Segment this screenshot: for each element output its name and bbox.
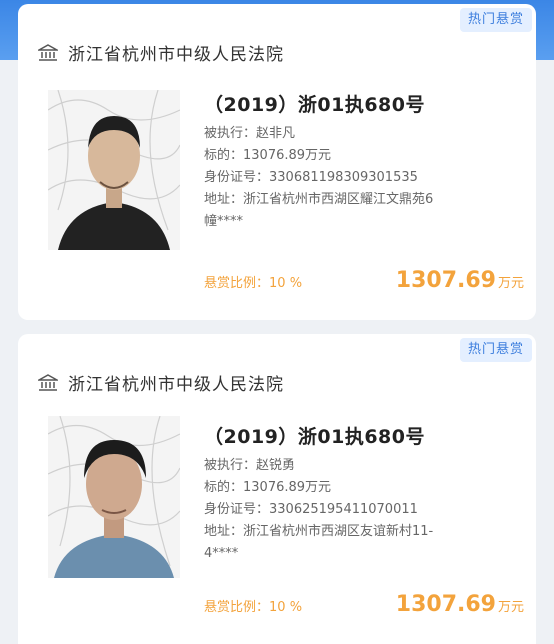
court-icon — [38, 43, 58, 61]
address-label: 地址： — [204, 192, 244, 207]
court-row: 浙江省杭州市中级人民法院 — [38, 370, 284, 395]
address-value: 浙江省杭州市西湖区耀江文鼎苑6 — [243, 192, 434, 207]
executee-name: 赵非凡 — [256, 126, 296, 141]
executee-label: 被执行： — [204, 126, 257, 141]
executee-line: 被执行：赵非凡 — [204, 123, 524, 145]
reward-row: 悬赏比例：10 % 1307.69 万元 — [204, 268, 524, 293]
executee-line: 被执行：赵锐勇 — [204, 455, 524, 477]
reward-card[interactable]: 热门悬赏 浙江省杭州市中级人民法院 （2019）浙01执680号 被执行：赵非凡… — [18, 4, 536, 320]
reward-amount: 1307.69 万元 — [396, 592, 524, 617]
reward-card[interactable]: 热门悬赏 浙江省杭州市中级人民法院 （2019）浙01执680号 被执行：赵锐勇… — [18, 334, 536, 644]
reward-ratio: 悬赏比例：10 % — [204, 272, 302, 291]
court-name: 浙江省杭州市中级人民法院 — [68, 45, 284, 65]
court-icon — [38, 373, 58, 391]
target-value: 13076.89万元 — [243, 148, 332, 163]
address-line-2: 4**** — [204, 546, 239, 561]
amount-unit: 万元 — [497, 276, 524, 291]
case-number: （2019）浙01执680号 — [204, 426, 425, 448]
target-label: 标的： — [204, 480, 244, 495]
ratio-label: 悬赏比例： — [204, 600, 270, 615]
person-photo — [48, 90, 180, 250]
address-line: 地址：浙江省杭州市西湖区耀江文鼎苑6 — [204, 189, 524, 211]
court-row: 浙江省杭州市中级人民法院 — [38, 40, 284, 65]
id-number: 330681198309301535 — [269, 170, 418, 185]
id-label: 身份证号： — [204, 502, 270, 517]
target-value: 13076.89万元 — [243, 480, 332, 495]
ratio-value: 10 % — [269, 600, 303, 615]
case-number: （2019）浙01执680号 — [204, 94, 425, 116]
target-line: 标的：13076.89万元 — [204, 477, 524, 499]
case-info: （2019）浙01执680号 被执行：赵非凡 标的：13076.89万元 身份证… — [204, 90, 524, 233]
address-label: 地址： — [204, 524, 244, 539]
address-value: 浙江省杭州市西湖区友谊新村11- — [243, 524, 434, 539]
target-label: 标的： — [204, 148, 244, 163]
court-name: 浙江省杭州市中级人民法院 — [68, 375, 284, 395]
reward-amount: 1307.69 万元 — [396, 268, 524, 293]
reward-row: 悬赏比例：10 % 1307.69 万元 — [204, 592, 524, 617]
address-line-2: 幢**** — [204, 214, 244, 229]
id-line: 身份证号：330681198309301535 — [204, 167, 524, 189]
hot-reward-badge: 热门悬赏 — [459, 8, 532, 32]
hot-reward-badge: 热门悬赏 — [459, 338, 532, 362]
reward-ratio: 悬赏比例：10 % — [204, 596, 302, 615]
id-number: 330625195411070011 — [269, 502, 418, 517]
target-line: 标的：13076.89万元 — [204, 145, 524, 167]
amount-value: 1307.69 — [395, 268, 496, 293]
amount-unit: 万元 — [497, 600, 524, 615]
executee-name: 赵锐勇 — [256, 458, 296, 473]
ratio-value: 10 % — [269, 276, 303, 291]
ratio-label: 悬赏比例： — [204, 276, 270, 291]
id-line: 身份证号：330625195411070011 — [204, 499, 524, 521]
person-photo — [48, 416, 180, 578]
address-line: 地址：浙江省杭州市西湖区友谊新村11- — [204, 521, 524, 543]
case-info: （2019）浙01执680号 被执行：赵锐勇 标的：13076.89万元 身份证… — [204, 422, 524, 565]
executee-label: 被执行： — [204, 458, 257, 473]
amount-value: 1307.69 — [395, 592, 496, 617]
id-label: 身份证号： — [204, 170, 270, 185]
